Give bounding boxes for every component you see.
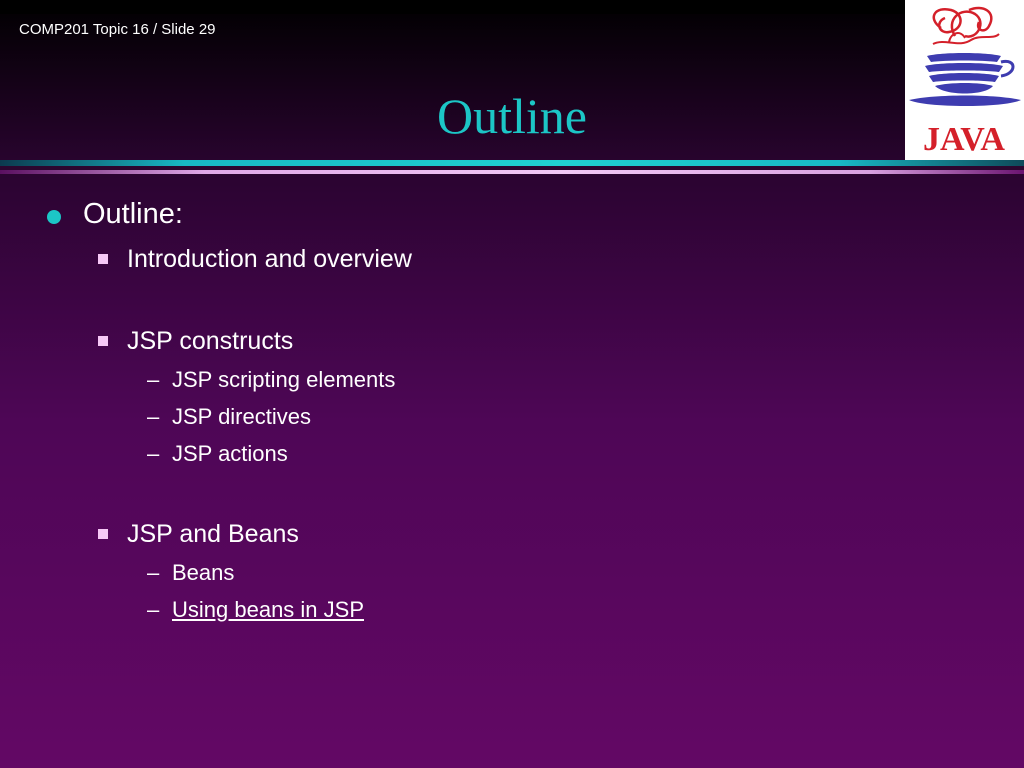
dash-bullet-icon: –	[147, 367, 160, 392]
top-black-bar	[0, 0, 905, 14]
outline-item-jsp-constructs: JSP constructs	[127, 327, 294, 355]
java-coffee-cup-logo-icon: JAVA	[909, 6, 1021, 158]
outline-subitem: JSP scripting elements	[172, 367, 396, 392]
java-logo: JAVA	[905, 0, 1024, 162]
using-beans-link[interactable]: Using beans in JSP	[172, 597, 364, 623]
outline-subitem: JSP actions	[172, 441, 288, 466]
dash-bullet-icon: –	[147, 597, 160, 622]
slide-id: COMP201 Topic 16 / Slide 29	[19, 21, 216, 38]
outline-item-jsp-beans: JSP and Beans	[127, 520, 299, 548]
bullet-square-icon	[98, 336, 108, 346]
bullet-dot-icon	[47, 210, 61, 224]
dash-bullet-icon: –	[147, 404, 160, 429]
slide-title: Outline	[437, 88, 587, 144]
title-rule-pink	[0, 170, 1024, 174]
dash-bullet-icon: –	[147, 441, 160, 466]
logo-wordmark: JAVA	[923, 121, 1005, 158]
outline-heading: Outline:	[83, 198, 183, 230]
dash-bullet-icon: –	[147, 560, 160, 585]
outline-subitem: Beans	[172, 560, 235, 585]
outline-item-intro: Introduction and overview	[127, 245, 412, 273]
outline-subitem: JSP directives	[172, 404, 311, 429]
bullet-square-icon	[98, 254, 108, 264]
bullet-square-icon	[98, 529, 108, 539]
